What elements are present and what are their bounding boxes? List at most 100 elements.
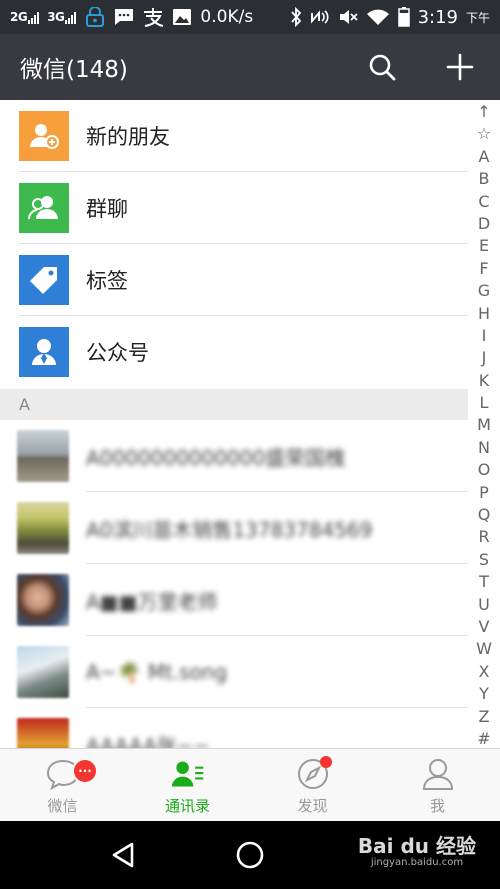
sim-signal-icon: 2G xyxy=(10,10,40,24)
add-friend-icon xyxy=(19,111,69,161)
index-letter[interactable]: D xyxy=(470,213,498,235)
alphabet-index-bar[interactable]: ↑ ☆ A B C D E F G H I J K L M N O P Q R … xyxy=(470,100,498,748)
add-button[interactable] xyxy=(444,51,476,83)
index-letter[interactable]: Y xyxy=(470,683,498,705)
app-title: 微信(148) xyxy=(20,57,128,83)
contact-item[interactable]: A~🌴 Mt.song xyxy=(0,636,468,708)
vpn-lock-icon xyxy=(84,7,106,27)
index-letter[interactable]: Z xyxy=(470,706,498,728)
new-friends-item[interactable]: 新的朋友 xyxy=(0,100,468,172)
official-accounts-label: 公众号 xyxy=(86,341,149,365)
contact-avatar xyxy=(17,718,69,748)
contact-avatar xyxy=(17,646,69,698)
index-letter[interactable]: W xyxy=(470,638,498,660)
section-header-a: A xyxy=(0,389,468,420)
message-icon xyxy=(114,8,134,26)
sim1-network-type: 2G xyxy=(10,10,28,24)
home-circle-icon xyxy=(236,841,264,869)
plus-icon xyxy=(446,53,474,81)
unread-badge: ··· xyxy=(72,758,98,784)
nav-actions xyxy=(366,51,480,83)
back-triangle-icon xyxy=(113,842,134,868)
tab-label: 微信 xyxy=(47,797,78,815)
index-letter[interactable]: E xyxy=(470,235,498,257)
top-navigation-bar: 微信(148) xyxy=(0,34,500,100)
tab-discover[interactable]: 发现 xyxy=(250,749,375,821)
contact-item[interactable]: A■■万里老师 xyxy=(0,564,468,636)
new-friends-label: 新的朋友 xyxy=(86,125,170,149)
contact-item[interactable]: A0滨川苗木销售13783784569 xyxy=(0,492,468,564)
index-letter[interactable]: L xyxy=(470,392,498,414)
nfc-icon xyxy=(310,9,330,25)
status-right-group: 3:19 下午 xyxy=(290,7,490,28)
index-letter[interactable]: S xyxy=(470,549,498,571)
index-letter[interactable]: H xyxy=(470,303,498,325)
search-button[interactable] xyxy=(366,51,398,83)
tab-label: 发现 xyxy=(297,797,328,815)
index-letter[interactable]: M xyxy=(470,414,498,436)
tab-me[interactable]: 我 xyxy=(375,749,500,821)
index-letter[interactable]: F xyxy=(470,258,498,280)
tag-icon xyxy=(19,255,69,305)
battery-icon xyxy=(397,7,410,27)
contacts-list[interactable]: 新的朋友 群聊 标签 公众号 A A0000000000000盛荣国槐 A0滨川… xyxy=(0,100,500,748)
group-chat-item[interactable]: 群聊 xyxy=(0,172,468,244)
wifi-icon xyxy=(366,8,390,26)
watermark-sub: jingyan.baidu.com xyxy=(370,857,464,868)
index-letter[interactable]: B xyxy=(470,168,498,190)
index-letter[interactable]: R xyxy=(470,526,498,548)
index-letter[interactable]: X xyxy=(470,661,498,683)
contact-name: A0000000000000盛荣国槐 xyxy=(86,445,346,470)
index-letter[interactable]: G xyxy=(470,280,498,302)
watermark-main: Bai du 经验 xyxy=(357,834,476,858)
mute-icon xyxy=(338,8,358,26)
clock-ampm: 下午 xyxy=(465,10,490,25)
bottom-tab-bar: ··· 微信 通讯录 发现 我 xyxy=(0,748,500,821)
tab-label: 通讯录 xyxy=(164,797,210,815)
contact-name: AAAAA张~~ xyxy=(86,733,211,749)
index-letter[interactable]: C xyxy=(470,191,498,213)
network-speed: 0.0K/s xyxy=(200,7,254,27)
tags-item[interactable]: 标签 xyxy=(0,244,468,316)
index-letter[interactable]: A xyxy=(470,146,498,168)
contact-item[interactable]: AAAAA张~~ xyxy=(0,708,468,748)
index-letter[interactable]: # xyxy=(470,728,498,750)
index-letter[interactable]: K xyxy=(470,370,498,392)
tab-contacts[interactable]: 通讯录 xyxy=(125,749,250,821)
index-letter[interactable]: J xyxy=(470,347,498,369)
wechat-contacts-screen: 2G 3G 0.0K/s 3:19 下午 微信(148) 新的朋友 群聊 标签 … xyxy=(0,0,500,889)
group-chat-label: 群聊 xyxy=(86,197,128,221)
contact-avatar xyxy=(17,502,69,554)
contacts-icon xyxy=(171,757,205,791)
index-letter[interactable]: ↑ xyxy=(470,101,498,123)
status-left-group: 2G 3G 0.0K/s xyxy=(10,7,253,27)
baidu-watermark: Bai du 经验 jingyan.baidu.com xyxy=(358,835,476,868)
official-accounts-item[interactable]: 公众号 xyxy=(0,316,468,388)
sim-signal-icon: 3G xyxy=(47,10,77,24)
contact-item[interactable]: A0000000000000盛荣国槐 xyxy=(0,420,468,492)
status-bar: 2G 3G 0.0K/s 3:19 下午 xyxy=(0,0,500,34)
contact-name: A~🌴 Mt.song xyxy=(86,660,228,684)
clock-time: 3:19 xyxy=(417,6,458,28)
index-letter[interactable]: N xyxy=(470,437,498,459)
tab-chats[interactable]: ··· 微信 xyxy=(0,749,125,821)
index-letter[interactable]: U xyxy=(470,594,498,616)
new-content-dot xyxy=(320,756,332,768)
image-icon xyxy=(172,8,192,26)
bluetooth-icon xyxy=(290,7,302,27)
index-letter[interactable]: ☆ xyxy=(470,123,498,145)
home-button[interactable] xyxy=(230,835,270,875)
group-chat-icon xyxy=(19,183,69,233)
tags-label: 标签 xyxy=(86,269,128,293)
back-button[interactable] xyxy=(103,835,143,875)
contact-avatar xyxy=(17,574,69,626)
index-letter[interactable]: P xyxy=(470,482,498,504)
index-letter[interactable]: V xyxy=(470,616,498,638)
profile-icon xyxy=(421,757,455,791)
contact-name: A■■万里老师 xyxy=(86,589,218,614)
index-letter[interactable]: I xyxy=(470,325,498,347)
index-letter[interactable]: O xyxy=(470,459,498,481)
index-letter[interactable]: Q xyxy=(470,504,498,526)
section-letter: A xyxy=(19,395,30,414)
index-letter[interactable]: T xyxy=(470,571,498,593)
